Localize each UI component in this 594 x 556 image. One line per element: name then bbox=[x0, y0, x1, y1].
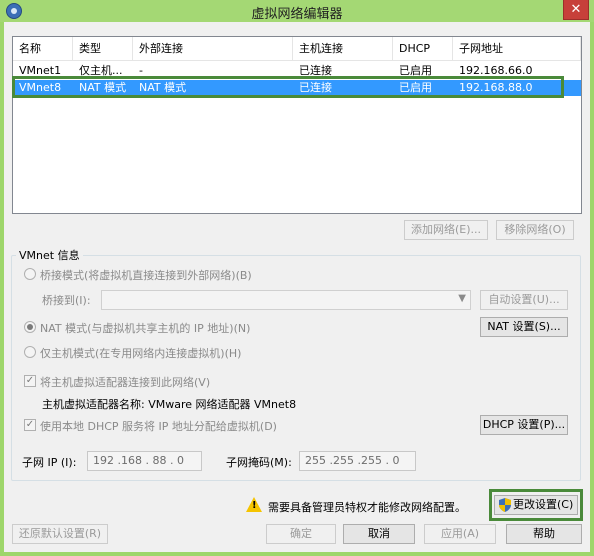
ok-button[interactable]: 确定 bbox=[266, 524, 336, 544]
cell-dhcp: 已启用 bbox=[399, 81, 432, 94]
close-button[interactable]: ✕ bbox=[563, 0, 589, 20]
warning-text: 需要具备管理员特权才能修改网络配置。 bbox=[268, 501, 466, 514]
dialog-body: 名称 类型 外部连接 主机连接 DHCP 子网地址 VMnet1 仅主机... … bbox=[4, 22, 590, 552]
cancel-button[interactable]: 取消 bbox=[343, 524, 415, 544]
use-dhcp-checkbox[interactable]: ✓ bbox=[24, 419, 36, 431]
use-dhcp-label: 使用本地 DHCP 服务将 IP 地址分配给虚拟机(D) bbox=[40, 420, 277, 433]
cell-external: NAT 模式 bbox=[139, 81, 187, 94]
cell-host: 已连接 bbox=[299, 81, 332, 94]
nat-settings-button[interactable]: NAT 设置(S)... bbox=[480, 317, 568, 337]
cell-subnet: 192.168.88.0 bbox=[459, 81, 533, 94]
bridge-to-label: 桥接到(I): bbox=[42, 294, 91, 307]
table-row[interactable]: VMnet1 仅主机... - 已连接 已启用 192.168.66.0 bbox=[13, 63, 581, 79]
add-network-button[interactable]: 添加网络(E)... bbox=[404, 220, 488, 240]
help-button[interactable]: 帮助 bbox=[506, 524, 582, 544]
header-type[interactable]: 类型 bbox=[73, 37, 133, 61]
cell-name: VMnet1 bbox=[19, 64, 62, 77]
cell-type: NAT 模式 bbox=[79, 81, 127, 94]
window-title: 虚拟网络编辑器 bbox=[251, 7, 343, 22]
apply-button[interactable]: 应用(A) bbox=[424, 524, 496, 544]
bridge-mode-label: 桥接模式(将虚拟机直接连接到外部网络)(B) bbox=[40, 269, 252, 282]
subnet-ip-field[interactable]: 192 .168 . 88 . 0 bbox=[87, 451, 202, 471]
change-settings-label: 更改设置(C) bbox=[513, 498, 574, 511]
header-host[interactable]: 主机连接 bbox=[293, 37, 393, 61]
window: 虚拟网络编辑器 ✕ 名称 类型 外部连接 主机连接 DHCP 子网地址 VMne… bbox=[0, 0, 594, 556]
nat-mode-label: NAT 模式(与虚拟机共享主机的 IP 地址)(N) bbox=[40, 322, 251, 335]
adapter-name-text: 主机虚拟适配器名称: VMware 网络适配器 VMnet8 bbox=[42, 398, 297, 411]
restore-defaults-button[interactable]: 还原默认设置(R) bbox=[12, 524, 108, 544]
bridge-to-dropdown[interactable]: ▼ bbox=[101, 290, 471, 310]
host-only-label: 仅主机模式(在专用网络内连接虚拟机)(H) bbox=[40, 347, 242, 360]
connect-adapter-checkbox[interactable]: ✓ bbox=[24, 375, 36, 387]
cell-name: VMnet8 bbox=[19, 81, 62, 94]
subnet-mask-label: 子网掩码(M): bbox=[226, 456, 292, 469]
warning-mark: ! bbox=[252, 500, 257, 511]
vmnet-info-label: VMnet 信息 bbox=[16, 247, 83, 263]
cell-dhcp: 已启用 bbox=[399, 64, 432, 77]
host-only-radio[interactable] bbox=[24, 346, 36, 358]
subnet-ip-label: 子网 IP (I): bbox=[22, 456, 77, 469]
remove-network-button[interactable]: 移除网络(O) bbox=[496, 220, 574, 240]
title-bar: 虚拟网络编辑器 ✕ bbox=[0, 0, 594, 22]
nat-mode-radio[interactable] bbox=[24, 321, 36, 333]
cell-host: 已连接 bbox=[299, 64, 332, 77]
subnet-mask-field[interactable]: 255 .255 .255 . 0 bbox=[299, 451, 416, 471]
header-subnet[interactable]: 子网地址 bbox=[453, 37, 581, 61]
bridge-mode-radio[interactable] bbox=[24, 268, 36, 280]
cell-subnet: 192.168.66.0 bbox=[459, 64, 533, 77]
chevron-down-icon: ▼ bbox=[458, 293, 466, 304]
dhcp-settings-button[interactable]: DHCP 设置(P)... bbox=[480, 415, 568, 435]
auto-settings-button[interactable]: 自动设置(U)... bbox=[480, 290, 568, 310]
vmnet-info-group bbox=[11, 255, 581, 481]
header-dhcp[interactable]: DHCP bbox=[393, 37, 453, 61]
table-row-selected[interactable]: VMnet8 NAT 模式 NAT 模式 已连接 已启用 192.168.88.… bbox=[13, 80, 581, 96]
connect-adapter-label: 将主机虚拟适配器连接到此网络(V) bbox=[40, 376, 211, 389]
change-settings-button[interactable]: 更改设置(C) bbox=[494, 495, 578, 515]
list-header: 名称 类型 外部连接 主机连接 DHCP 子网地址 bbox=[13, 37, 581, 61]
network-list[interactable]: 名称 类型 外部连接 主机连接 DHCP 子网地址 VMnet1 仅主机... … bbox=[12, 36, 582, 214]
uac-shield-icon bbox=[499, 498, 511, 512]
cell-external: - bbox=[139, 64, 143, 77]
header-external[interactable]: 外部连接 bbox=[133, 37, 293, 61]
header-name[interactable]: 名称 bbox=[13, 37, 73, 61]
cell-type: 仅主机... bbox=[79, 64, 123, 77]
